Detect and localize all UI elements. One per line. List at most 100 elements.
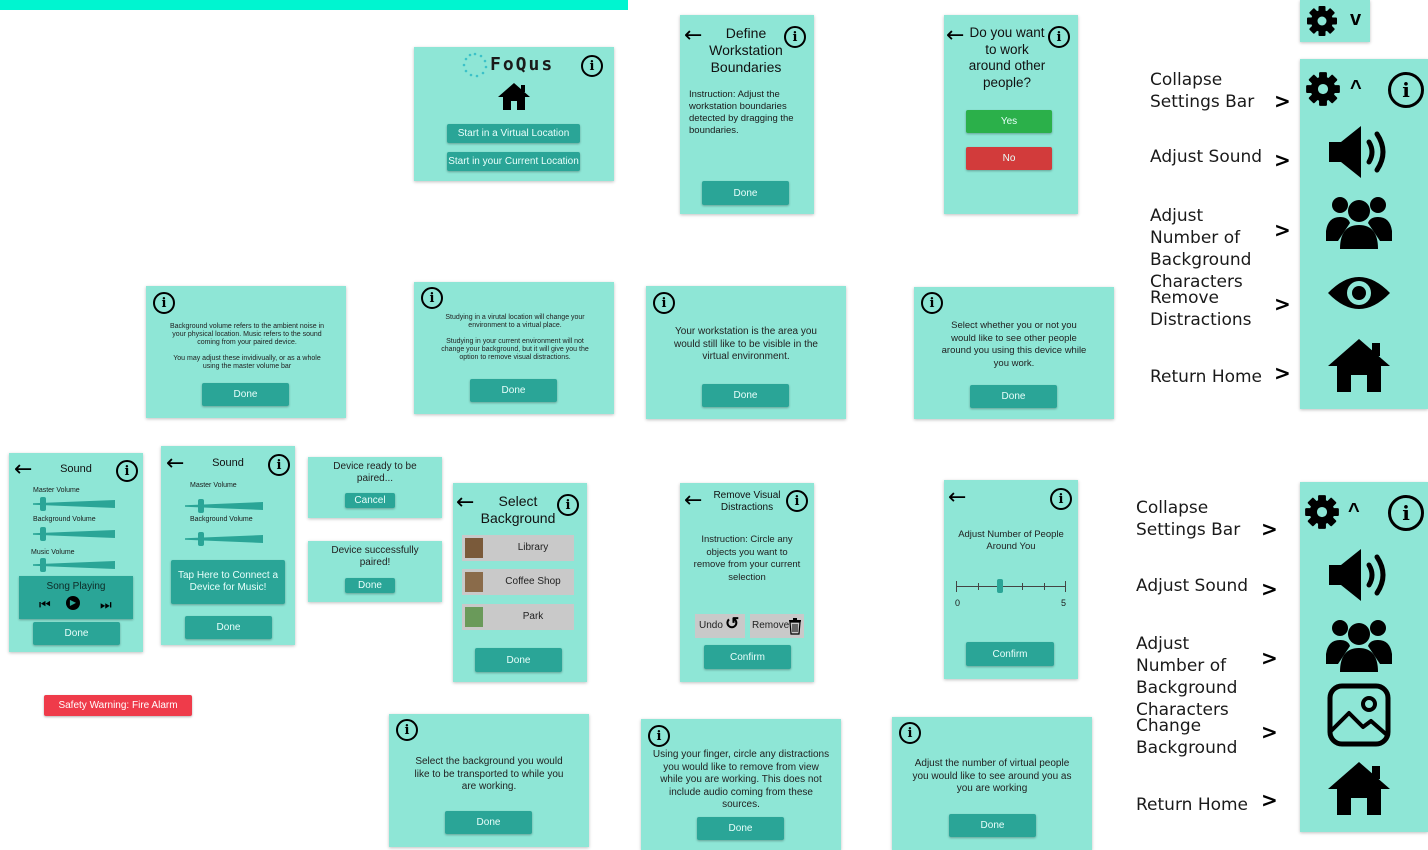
chevron-up-icon[interactable]: ^ [1350,77,1362,100]
info-icon[interactable]: i [653,292,675,314]
background-option-park[interactable]: Park [462,604,574,630]
info-icon[interactable]: i [421,287,443,309]
info-icon[interactable]: i [899,722,921,744]
info-icon[interactable]: i [648,725,670,747]
info-icon[interactable]: i [784,26,806,48]
info-icon[interactable]: i [1388,495,1424,531]
cancel-button[interactable]: Cancel [345,493,395,508]
done-button[interactable]: Done [470,379,557,402]
done-button[interactable]: Done [33,622,120,645]
done-button[interactable]: Done [702,181,789,205]
info-workstation-panel: i Your workstation is the area you would… [646,286,846,419]
home-icon[interactable] [1326,760,1392,816]
collapse-settings-label: Collapse Settings Bar [1150,70,1255,112]
back-arrow-icon[interactable]: ← [456,492,474,514]
return-home-label: Return Home [1136,795,1249,815]
done-button[interactable]: Done [475,648,562,672]
info-icon[interactable]: i [116,460,138,482]
connect-device-button[interactable]: Tap Here to Connect a Device for Music! [171,560,285,604]
home-icon[interactable] [496,81,532,111]
master-volume-knob[interactable] [198,499,204,513]
done-button[interactable]: Done [970,385,1057,408]
info-icon[interactable]: i [786,490,808,512]
background-volume-knob[interactable] [198,532,204,546]
arrow-right-icon: > [1274,292,1291,316]
background-volume-slider[interactable] [185,535,263,543]
no-button[interactable]: No [966,147,1052,170]
song-playing-label: Song Playing [46,581,106,592]
back-arrow-icon[interactable]: ← [948,487,966,509]
master-volume-slider[interactable] [185,502,263,510]
start-virtual-button[interactable]: Start in a Virtual Location [447,124,580,143]
undo-button[interactable]: Undo ↺ [695,614,745,638]
done-button[interactable]: Done [202,383,289,406]
people-icon[interactable] [1326,191,1392,249]
music-volume-knob[interactable] [40,558,46,572]
adjust-sound-label: Adjust Sound [1150,147,1263,167]
gear-icon[interactable] [1306,5,1338,37]
info-icon[interactable]: i [1048,26,1070,48]
info-icon[interactable]: i [581,55,603,77]
info-background-panel: i Select the background you would like t… [389,714,589,847]
done-button[interactable]: Done [185,616,272,639]
speaker-icon[interactable] [1327,545,1393,605]
info-icon[interactable]: i [1050,488,1072,510]
master-volume-knob[interactable] [40,497,46,511]
info-icon[interactable]: i [557,494,579,516]
chevron-up-icon[interactable]: ^ [1348,500,1360,523]
people-count-knob[interactable] [997,579,1003,593]
background-option-coffee-shop[interactable]: Coffee Shop [462,569,574,595]
undo-icon: ↺ [725,614,740,633]
info-background-text: Select the background you would like to … [414,756,564,792]
back-arrow-icon[interactable]: ← [684,25,702,47]
gear-icon[interactable] [1305,71,1341,107]
adjust-people-title: Adjust Number of People Around You [958,529,1064,552]
define-workstation-panel: ← Define Workstation Boundaries i Instru… [680,15,814,214]
info-icon[interactable]: i [396,719,418,741]
done-button[interactable]: Done [445,811,532,834]
info-people-text: Select whether you or not you would like… [941,320,1087,369]
next-track-icon[interactable]: ⏭ [100,597,112,613]
background-volume-knob[interactable] [40,527,46,541]
confirm-button[interactable]: Confirm [704,645,791,669]
remove-visual-instruction: Instruction: Circle any objects you want… [693,534,801,583]
back-arrow-icon[interactable]: ← [14,459,32,481]
info-workstation-text: Your workstation is the area you would s… [674,326,818,362]
back-arrow-icon[interactable]: ← [166,453,184,475]
home-icon[interactable] [1326,337,1392,393]
start-current-button[interactable]: Start in your Current Location [447,152,580,171]
done-button[interactable]: Done [702,384,789,407]
done-button[interactable]: Done [949,814,1036,837]
sound-title: Sound [60,463,92,475]
done-button[interactable]: Done [697,817,784,840]
chevron-down-icon[interactable]: v [1350,8,1361,31]
option-label: Coffee Shop [505,576,561,587]
play-icon[interactable]: ▶ [66,596,80,610]
arrow-right-icon: > [1261,517,1278,541]
speaker-icon[interactable] [1327,122,1393,182]
previous-track-icon[interactable]: ⏮ [39,597,51,613]
arrow-right-icon: > [1261,577,1278,601]
people-icon[interactable] [1326,614,1392,672]
confirm-button[interactable]: Confirm [966,642,1054,666]
info-icon[interactable]: i [153,292,175,314]
image-icon[interactable] [1327,683,1391,747]
done-button[interactable]: Done [345,578,395,593]
slider-tick [978,583,979,590]
people-count-slider[interactable] [956,586,1066,587]
background-option-library[interactable]: Library [462,535,574,561]
info-icon[interactable]: i [921,292,943,314]
master-volume-label: Master Volume [190,482,237,489]
back-arrow-icon[interactable]: ← [684,490,702,512]
yes-button[interactable]: Yes [966,110,1052,133]
settings-bar-collapsed[interactable]: v [1300,0,1370,42]
eye-icon[interactable] [1326,271,1392,315]
remove-button[interactable]: Remove [750,614,804,638]
info-icon[interactable]: i [268,454,290,476]
info-people-panel: i Select whether you or not you would li… [914,287,1114,419]
info-icon[interactable]: i [1388,72,1424,108]
back-arrow-icon[interactable]: ← [946,25,964,47]
work-around-people-panel: ← Do you want to work around other peopl… [944,15,1078,214]
gear-icon[interactable] [1304,494,1340,530]
info-volume-text-2: You may adjust these invidivually, or as… [173,355,321,370]
